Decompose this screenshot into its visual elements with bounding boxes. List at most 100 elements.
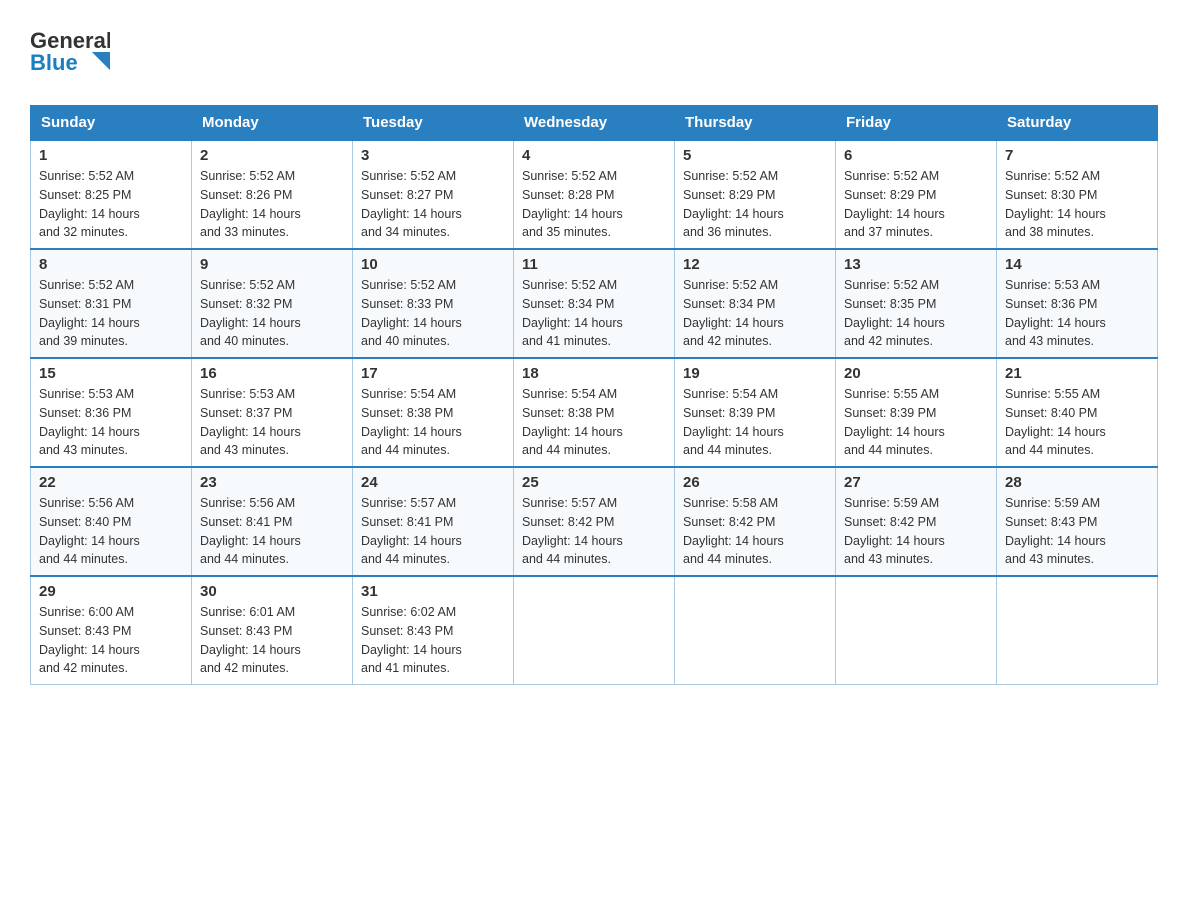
column-header-sunday: Sunday xyxy=(31,106,192,141)
column-header-saturday: Saturday xyxy=(997,106,1158,141)
calendar-cell: 10 Sunrise: 5:52 AMSunset: 8:33 PMDayligh… xyxy=(353,249,514,358)
calendar-cell: 23 Sunrise: 5:56 AMSunset: 8:41 PMDayligh… xyxy=(192,467,353,576)
day-info: Sunrise: 5:53 AMSunset: 8:36 PMDaylight:… xyxy=(39,385,183,460)
svg-text:Blue: Blue xyxy=(30,50,78,75)
calendar-cell: 27 Sunrise: 5:59 AMSunset: 8:42 PMDayligh… xyxy=(836,467,997,576)
day-info: Sunrise: 5:52 AMSunset: 8:27 PMDaylight:… xyxy=(361,167,505,242)
calendar-cell: 5 Sunrise: 5:52 AMSunset: 8:29 PMDaylight… xyxy=(675,140,836,249)
day-number: 4 xyxy=(522,147,666,164)
day-info: Sunrise: 5:56 AMSunset: 8:40 PMDaylight:… xyxy=(39,494,183,569)
day-info: Sunrise: 5:52 AMSunset: 8:33 PMDaylight:… xyxy=(361,276,505,351)
calendar-cell: 28Sunrise: 5:59 AMSunset: 8:43 PMDayligh… xyxy=(997,467,1158,576)
page-header: General Blue xyxy=(30,20,1158,85)
day-number: 16 xyxy=(200,365,344,382)
calendar-cell: 29 Sunrise: 6:00 AMSunset: 8:43 PMDayligh… xyxy=(31,576,192,685)
day-number: 9 xyxy=(200,256,344,273)
day-info: Sunrise: 6:02 AMSunset: 8:43 PMDaylight:… xyxy=(361,603,505,678)
day-number: 29 xyxy=(39,583,183,600)
day-number: 6 xyxy=(844,147,988,164)
calendar-cell: 16 Sunrise: 5:53 AMSunset: 8:37 PMDayligh… xyxy=(192,358,353,467)
column-header-tuesday: Tuesday xyxy=(353,106,514,141)
calendar-cell xyxy=(997,576,1158,685)
day-number: 21 xyxy=(1005,365,1149,382)
day-info: Sunrise: 5:55 AMSunset: 8:39 PMDaylight:… xyxy=(844,385,988,460)
day-number: 12 xyxy=(683,256,827,273)
day-number: 3 xyxy=(361,147,505,164)
calendar-cell: 18 Sunrise: 5:54 AMSunset: 8:38 PMDayligh… xyxy=(514,358,675,467)
calendar-cell: 17 Sunrise: 5:54 AMSunset: 8:38 PMDayligh… xyxy=(353,358,514,467)
calendar-cell: 25Sunrise: 5:57 AMSunset: 8:42 PMDayligh… xyxy=(514,467,675,576)
day-number: 26 xyxy=(683,474,827,491)
calendar-cell: 2 Sunrise: 5:52 AMSunset: 8:26 PMDaylight… xyxy=(192,140,353,249)
day-info: Sunrise: 5:54 AMSunset: 8:39 PMDaylight:… xyxy=(683,385,827,460)
day-info: Sunrise: 5:52 AMSunset: 8:31 PMDaylight:… xyxy=(39,276,183,351)
day-info: Sunrise: 5:56 AMSunset: 8:41 PMDaylight:… xyxy=(200,494,344,569)
day-info: Sunrise: 5:52 AMSunset: 8:25 PMDaylight:… xyxy=(39,167,183,242)
day-info: Sunrise: 5:59 AMSunset: 8:42 PMDaylight:… xyxy=(844,494,988,569)
logo-icon: General Blue xyxy=(30,20,110,80)
calendar-header-row: SundayMondayTuesdayWednesdayThursdayFrid… xyxy=(31,106,1158,141)
day-number: 10 xyxy=(361,256,505,273)
calendar-cell xyxy=(836,576,997,685)
calendar-cell: 7 Sunrise: 5:52 AMSunset: 8:30 PMDaylight… xyxy=(997,140,1158,249)
calendar-cell: 9 Sunrise: 5:52 AMSunset: 8:32 PMDaylight… xyxy=(192,249,353,358)
column-header-monday: Monday xyxy=(192,106,353,141)
calendar-week-row: 8Sunrise: 5:52 AMSunset: 8:31 PMDaylight… xyxy=(31,249,1158,358)
day-number: 11 xyxy=(522,256,666,273)
calendar-week-row: 1 Sunrise: 5:52 AMSunset: 8:25 PMDaylight… xyxy=(31,140,1158,249)
calendar-cell: 26Sunrise: 5:58 AMSunset: 8:42 PMDayligh… xyxy=(675,467,836,576)
day-number: 31 xyxy=(361,583,505,600)
calendar-week-row: 22 Sunrise: 5:56 AMSunset: 8:40 PMDayligh… xyxy=(31,467,1158,576)
day-info: Sunrise: 6:00 AMSunset: 8:43 PMDaylight:… xyxy=(39,603,183,678)
day-number: 22 xyxy=(39,474,183,491)
day-number: 25 xyxy=(522,474,666,491)
day-number: 27 xyxy=(844,474,988,491)
day-number: 30 xyxy=(200,583,344,600)
calendar-cell: 1 Sunrise: 5:52 AMSunset: 8:25 PMDaylight… xyxy=(31,140,192,249)
day-number: 7 xyxy=(1005,147,1149,164)
day-info: Sunrise: 6:01 AMSunset: 8:43 PMDaylight:… xyxy=(200,603,344,678)
calendar-cell: 4 Sunrise: 5:52 AMSunset: 8:28 PMDaylight… xyxy=(514,140,675,249)
day-number: 17 xyxy=(361,365,505,382)
day-info: Sunrise: 5:52 AMSunset: 8:28 PMDaylight:… xyxy=(522,167,666,242)
day-number: 18 xyxy=(522,365,666,382)
day-info: Sunrise: 5:53 AMSunset: 8:36 PMDaylight:… xyxy=(1005,276,1149,351)
day-info: Sunrise: 5:57 AMSunset: 8:41 PMDaylight:… xyxy=(361,494,505,569)
day-info: Sunrise: 5:54 AMSunset: 8:38 PMDaylight:… xyxy=(361,385,505,460)
day-info: Sunrise: 5:52 AMSunset: 8:29 PMDaylight:… xyxy=(683,167,827,242)
day-number: 2 xyxy=(200,147,344,164)
calendar-cell: 8Sunrise: 5:52 AMSunset: 8:31 PMDaylight… xyxy=(31,249,192,358)
day-number: 28 xyxy=(1005,474,1149,491)
day-number: 15 xyxy=(39,365,183,382)
calendar-cell: 13Sunrise: 5:52 AMSunset: 8:35 PMDayligh… xyxy=(836,249,997,358)
calendar-week-row: 15 Sunrise: 5:53 AMSunset: 8:36 PMDayligh… xyxy=(31,358,1158,467)
day-number: 20 xyxy=(844,365,988,382)
day-number: 23 xyxy=(200,474,344,491)
calendar-cell: 6 Sunrise: 5:52 AMSunset: 8:29 PMDaylight… xyxy=(836,140,997,249)
column-header-wednesday: Wednesday xyxy=(514,106,675,141)
day-info: Sunrise: 5:52 AMSunset: 8:26 PMDaylight:… xyxy=(200,167,344,242)
day-number: 5 xyxy=(683,147,827,164)
calendar-cell: 20 Sunrise: 5:55 AMSunset: 8:39 PMDayligh… xyxy=(836,358,997,467)
day-info: Sunrise: 5:52 AMSunset: 8:32 PMDaylight:… xyxy=(200,276,344,351)
day-info: Sunrise: 5:52 AMSunset: 8:30 PMDaylight:… xyxy=(1005,167,1149,242)
calendar-cell: 31 Sunrise: 6:02 AMSunset: 8:43 PMDayligh… xyxy=(353,576,514,685)
calendar-cell xyxy=(514,576,675,685)
day-number: 1 xyxy=(39,147,183,164)
column-header-thursday: Thursday xyxy=(675,106,836,141)
calendar-cell: 14 Sunrise: 5:53 AMSunset: 8:36 PMDayligh… xyxy=(997,249,1158,358)
calendar-cell: 12Sunrise: 5:52 AMSunset: 8:34 PMDayligh… xyxy=(675,249,836,358)
calendar-cell xyxy=(675,576,836,685)
day-number: 14 xyxy=(1005,256,1149,273)
day-number: 13 xyxy=(844,256,988,273)
day-info: Sunrise: 5:54 AMSunset: 8:38 PMDaylight:… xyxy=(522,385,666,460)
day-info: Sunrise: 5:52 AMSunset: 8:29 PMDaylight:… xyxy=(844,167,988,242)
logo: General Blue xyxy=(30,20,110,85)
calendar-cell: 21Sunrise: 5:55 AMSunset: 8:40 PMDayligh… xyxy=(997,358,1158,467)
calendar-cell: 22 Sunrise: 5:56 AMSunset: 8:40 PMDayligh… xyxy=(31,467,192,576)
calendar-cell: 30 Sunrise: 6:01 AMSunset: 8:43 PMDayligh… xyxy=(192,576,353,685)
day-info: Sunrise: 5:53 AMSunset: 8:37 PMDaylight:… xyxy=(200,385,344,460)
calendar-cell: 24Sunrise: 5:57 AMSunset: 8:41 PMDayligh… xyxy=(353,467,514,576)
calendar-cell: 19 Sunrise: 5:54 AMSunset: 8:39 PMDayligh… xyxy=(675,358,836,467)
day-number: 19 xyxy=(683,365,827,382)
